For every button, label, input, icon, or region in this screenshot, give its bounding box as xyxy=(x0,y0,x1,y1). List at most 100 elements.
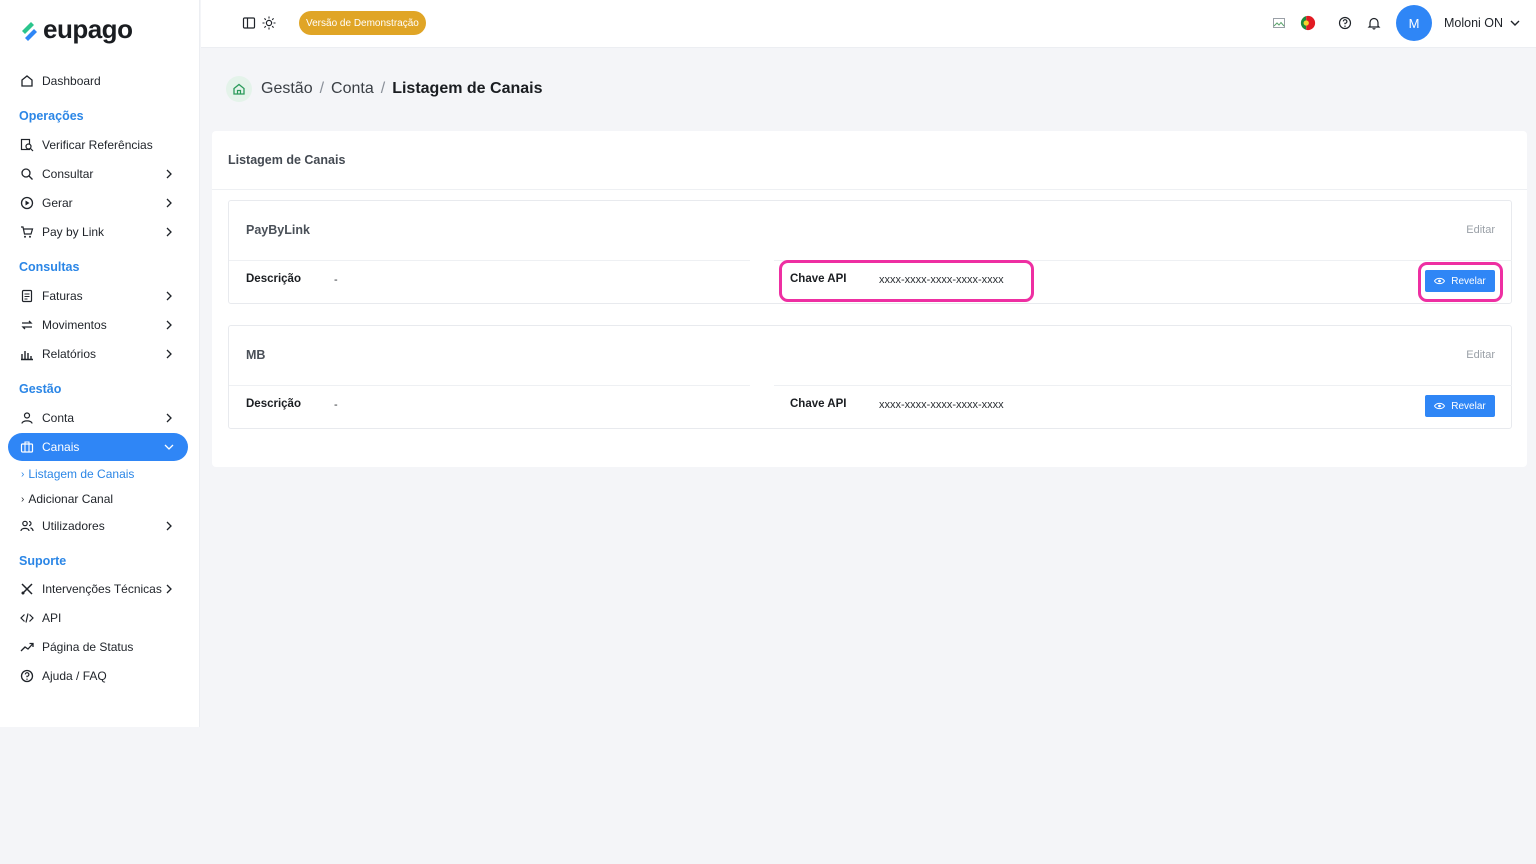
bell-icon[interactable] xyxy=(1366,15,1382,31)
sidebar-item-dashboard[interactable]: Dashboard xyxy=(8,67,188,95)
sidebar-item-verificar[interactable]: Verificar Referências xyxy=(8,131,188,159)
broken-image-icon xyxy=(1271,15,1287,31)
sidebar-item-label: Relatórios xyxy=(42,347,97,361)
sidebar-item-gerar[interactable]: Gerar xyxy=(8,189,188,217)
portugal-flag-icon[interactable] xyxy=(1300,15,1316,31)
sidebar-item-ajuda[interactable]: Ajuda / FAQ xyxy=(8,662,188,690)
section-suporte: Suporte xyxy=(19,554,67,568)
cart-icon xyxy=(20,225,34,239)
channels-icon xyxy=(20,440,34,454)
sidebar-item-label: Canais xyxy=(42,440,80,454)
tools-icon xyxy=(20,582,34,596)
sidebar-item-label: Gerar xyxy=(42,196,73,210)
description-label: Descrição xyxy=(246,398,301,410)
breadcrumb-separator: / xyxy=(380,80,386,97)
chevron-right-icon xyxy=(166,198,172,208)
sidebar-item-label: Página de Status xyxy=(42,640,134,654)
sidebar: eupago Dashboard Operações Verificar Ref… xyxy=(0,0,200,727)
sidebar-item-consultar[interactable]: Consultar xyxy=(8,160,188,188)
highlight-reveal-button xyxy=(1418,262,1503,302)
chevron-right-icon xyxy=(166,521,172,531)
description-value: - xyxy=(334,274,338,286)
api-key-label: Chave API xyxy=(790,398,847,410)
home-icon[interactable] xyxy=(226,76,252,102)
users-icon xyxy=(20,519,34,533)
sidebar-item-intervencoes[interactable]: Intervenções Técnicas xyxy=(8,575,188,603)
topbar: Versão de Demonstração M Moloni ON xyxy=(201,0,1536,48)
divider xyxy=(212,189,1527,190)
eupago-logo[interactable]: eupago xyxy=(19,14,133,45)
sidebar-item-label: Faturas xyxy=(42,289,83,303)
chevron-right-icon xyxy=(166,349,172,359)
invoice-icon xyxy=(20,289,34,303)
sidebar-item-conta[interactable]: Conta xyxy=(8,404,188,432)
description-label: Descrição xyxy=(246,273,301,285)
play-circle-icon xyxy=(20,196,34,210)
logo-mark-icon xyxy=(22,21,37,41)
sidebar-item-api[interactable]: API xyxy=(8,604,188,632)
chevron-right-icon xyxy=(166,320,172,330)
section-operacoes: Operações xyxy=(19,109,84,123)
bar-chart-icon xyxy=(20,347,34,361)
sidebar-item-label: Utilizadores xyxy=(42,519,105,533)
trend-up-icon xyxy=(20,640,34,654)
breadcrumb-current: Listagem de Canais xyxy=(392,80,543,97)
chevron-down-icon xyxy=(164,444,174,450)
sun-icon[interactable] xyxy=(261,15,277,31)
chevron-down-icon xyxy=(1510,20,1520,26)
sidebar-subitem-label: Adicionar Canal xyxy=(28,492,114,506)
sidebar-item-label: API xyxy=(42,611,62,625)
section-consultas: Consultas xyxy=(19,260,80,274)
breadcrumb-separator: / xyxy=(319,80,325,97)
chevron-right-icon xyxy=(166,413,172,423)
breadcrumb-conta[interactable]: Conta xyxy=(331,80,374,98)
user-icon xyxy=(20,411,34,425)
channel-card-mb: MB Editar Descrição - Chave API xxxx-xxx… xyxy=(228,325,1512,429)
sidebar-item-utilizadores[interactable]: Utilizadores xyxy=(8,512,188,540)
sidebar-subitem-listagem[interactable]: › Listagem de Canais xyxy=(21,467,134,481)
sidebar-item-label: Conta xyxy=(42,411,75,425)
edit-link[interactable]: Editar xyxy=(1466,349,1495,361)
edit-link[interactable]: Editar xyxy=(1466,224,1495,236)
demo-version-badge: Versão de Demonstração xyxy=(299,11,426,35)
sidebar-item-canais[interactable]: Canais xyxy=(8,433,188,461)
transfer-icon xyxy=(20,318,34,332)
sidebar-subitem-label: Listagem de Canais xyxy=(28,467,135,481)
sidebar-item-movimentos[interactable]: Movimentos xyxy=(8,311,188,339)
logo-text: eupago xyxy=(43,14,133,44)
sidebar-item-relatorios[interactable]: Relatórios xyxy=(8,340,188,368)
divider xyxy=(774,385,1512,386)
channel-name: MB xyxy=(246,348,266,362)
sidebar-subitem-adicionar[interactable]: › Adicionar Canal xyxy=(21,492,113,506)
chevron-right-icon xyxy=(166,169,172,179)
sidebar-item-faturas[interactable]: Faturas xyxy=(8,282,188,310)
divider xyxy=(229,260,750,261)
eye-icon xyxy=(1434,402,1446,410)
reveal-label: Revelar xyxy=(1451,400,1486,412)
channel-name: PayByLink xyxy=(246,223,310,237)
api-key-value: xxxx-xxxx-xxxx-xxxx-xxxx xyxy=(879,399,1004,411)
home-icon xyxy=(20,74,34,88)
sidebar-item-label: Dashboard xyxy=(42,74,101,88)
sidebar-item-label: Verificar Referências xyxy=(42,138,153,152)
divider xyxy=(229,385,750,386)
breadcrumb-gestao[interactable]: Gestão xyxy=(261,80,313,98)
user-menu[interactable]: Moloni ON xyxy=(1444,16,1521,30)
sidebar-toggle-icon[interactable] xyxy=(241,15,257,31)
search-document-icon xyxy=(20,138,34,152)
chevron-right-icon: › xyxy=(21,493,25,505)
sidebar-item-paybylink[interactable]: Pay by Link xyxy=(8,218,188,246)
chevron-right-icon xyxy=(166,227,172,237)
chevron-right-icon xyxy=(166,291,172,301)
reveal-button[interactable]: Revelar xyxy=(1425,395,1495,417)
breadcrumb: Gestão / Conta / Listagem de Canais xyxy=(226,76,542,102)
highlight-api-key xyxy=(779,260,1034,302)
help-icon[interactable] xyxy=(1337,15,1353,31)
sidebar-item-label: Pay by Link xyxy=(42,225,105,239)
description-value: - xyxy=(334,399,338,411)
chevron-right-icon: › xyxy=(21,468,25,480)
code-icon xyxy=(20,611,34,625)
sidebar-item-status[interactable]: Página de Status xyxy=(8,633,188,661)
sidebar-item-label: Movimentos xyxy=(42,318,107,332)
user-avatar[interactable]: M xyxy=(1396,5,1432,41)
